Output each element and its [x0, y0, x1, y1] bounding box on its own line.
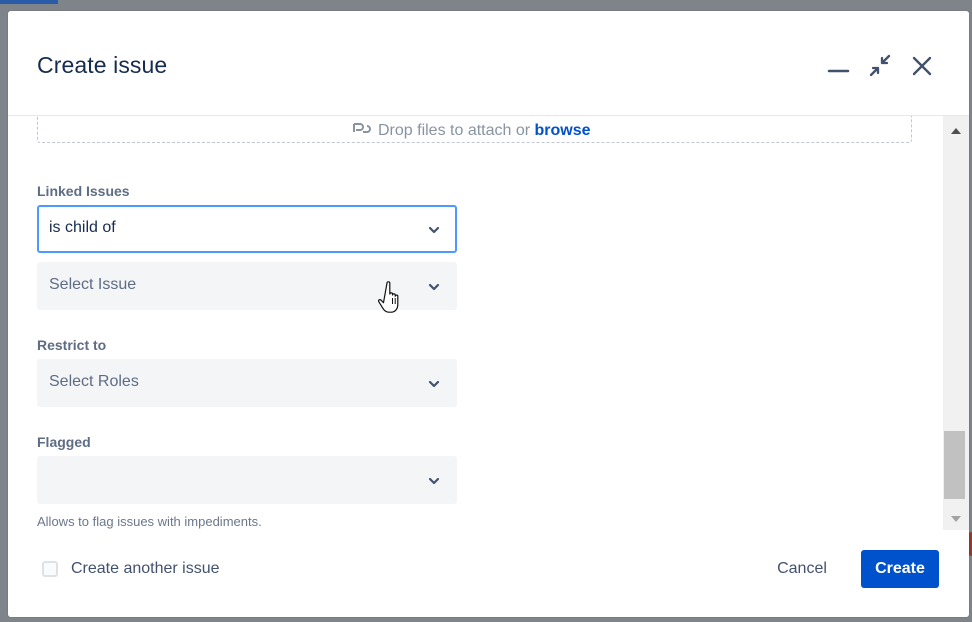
minimize-icon [827, 69, 850, 73]
close-button[interactable] [908, 52, 936, 80]
link-type-value: is child of [49, 219, 116, 236]
browse-link[interactable]: browse [535, 122, 591, 139]
paperclip-icon [350, 121, 372, 140]
scrollbar-thumb[interactable] [944, 431, 965, 499]
collapse-button[interactable] [866, 52, 894, 80]
linked-issues-label: Linked Issues [37, 183, 130, 199]
chevron-down-icon [428, 283, 440, 291]
collapse-arrows-icon [869, 54, 891, 77]
dropzone-text: Drop files to attach or browse [350, 121, 591, 140]
flagged-helper-text: Allows to flag issues with impediments. [37, 514, 262, 529]
restrict-to-label: Restrict to [37, 337, 107, 353]
select-roles-dropdown[interactable]: Select Roles [37, 359, 457, 407]
scroll-down-arrow-icon[interactable] [949, 512, 963, 526]
dropzone-label: Drop files to attach or [378, 122, 531, 139]
hand-pointer-cursor-icon [378, 281, 399, 313]
chevron-down-icon [428, 477, 440, 485]
flagged-dropdown[interactable] [37, 456, 457, 504]
create-button[interactable]: Create [861, 550, 939, 588]
chevron-down-icon [428, 226, 440, 234]
dialog-header: Create issue [8, 11, 969, 116]
dialog-body[interactable]: Drop files to attach or browse Linked Is… [8, 116, 942, 530]
close-icon [912, 56, 932, 76]
link-type-select[interactable]: is child of [37, 205, 457, 253]
select-issue-placeholder: Select Issue [49, 276, 137, 293]
scroll-up-arrow-icon[interactable] [949, 124, 963, 138]
flagged-label: Flagged [37, 434, 91, 450]
dialog-scrollbar[interactable] [943, 116, 969, 530]
chevron-down-icon [428, 380, 440, 388]
create-another-label[interactable]: Create another issue [71, 560, 220, 578]
select-roles-placeholder: Select Roles [49, 373, 139, 390]
attachment-dropzone[interactable]: Drop files to attach or browse [37, 116, 912, 143]
cancel-button[interactable]: Cancel [760, 550, 844, 588]
create-another-checkbox[interactable] [42, 561, 58, 577]
create-issue-dialog: Create issue Drop files to attach or bro… [8, 11, 969, 617]
dialog-title: Create issue [37, 52, 168, 78]
background-active-tab-indicator [0, 0, 58, 4]
minimize-button[interactable] [824, 52, 852, 80]
dialog-footer: Create another issue Cancel Create [8, 530, 969, 617]
